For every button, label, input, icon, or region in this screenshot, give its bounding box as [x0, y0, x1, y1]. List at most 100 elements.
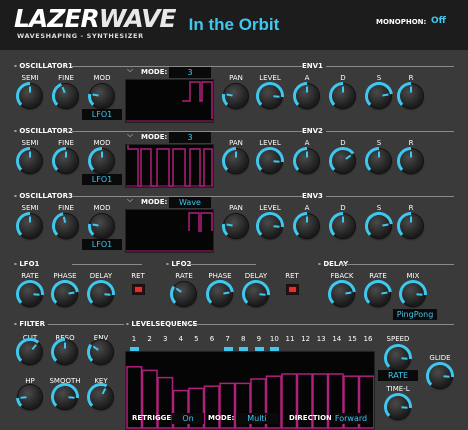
- env2-a-knob[interactable]: [293, 147, 319, 173]
- osc1-fine-knob[interactable]: [52, 82, 78, 108]
- osc3-waveform: [188, 212, 213, 232]
- delay-fback-knob[interactable]: [328, 280, 356, 306]
- speed-knob[interactable]: [384, 344, 412, 370]
- osc2-mod-knob[interactable]: [88, 147, 114, 173]
- timel-knob[interactable]: [384, 393, 412, 419]
- seq-direction-select[interactable]: Forward: [331, 413, 371, 424]
- seq-step-16-label: 16: [363, 335, 373, 343]
- osc1-semi-knob[interactable]: [16, 82, 42, 108]
- osc1-title: - OSCILLATOR1: [14, 62, 73, 70]
- osc1-mod-source[interactable]: LFO1: [82, 109, 122, 120]
- osc3-wave-display: [125, 209, 214, 253]
- env3-title: ENV3: [302, 192, 323, 200]
- delay-mode-select[interactable]: PingPong: [393, 309, 437, 320]
- osc2-fine-knob[interactable]: [52, 147, 78, 173]
- env3-d-knob[interactable]: [329, 212, 355, 238]
- env2-r-knob[interactable]: [397, 147, 423, 173]
- filter-cut-knob[interactable]: [15, 337, 42, 364]
- seq-step-15-label: 15: [347, 335, 357, 343]
- osc2-semi-knob[interactable]: [16, 147, 42, 173]
- levelsequence-divider: [186, 324, 454, 325]
- seq-mode-label: MODE:: [208, 414, 235, 422]
- delay-rate-knob[interactable]: [364, 280, 392, 306]
- osc2-mode-label: MODE:: [141, 133, 168, 141]
- osc3-mode-select[interactable]: Wave: [169, 197, 211, 208]
- seq-step-5-label: 5: [194, 335, 199, 343]
- seq-retrigger-select[interactable]: On: [172, 413, 204, 424]
- env1-pan-knob[interactable]: [222, 84, 248, 108]
- osc2-mod-source[interactable]: LFO1: [82, 174, 122, 185]
- seq-step-11-label: 11: [285, 335, 295, 343]
- seq-step-12-label: 12: [301, 335, 311, 343]
- speed-rate-select[interactable]: RATE: [378, 370, 418, 381]
- osc2-title: - OSCILLATOR2: [14, 127, 73, 135]
- lfo1-phase-knob[interactable]: [51, 280, 79, 306]
- lfo1-rate-knob[interactable]: [16, 280, 44, 306]
- speed-label: SPEED: [386, 335, 410, 343]
- osc2-mode-select[interactable]: 3: [169, 132, 211, 143]
- seq-step-6-label: 6: [209, 335, 215, 343]
- glide-knob[interactable]: [426, 362, 454, 388]
- seq-step-1-label: 1: [131, 335, 137, 343]
- osc2-wave-display: [125, 144, 214, 188]
- osc1-wave-display: [125, 79, 214, 123]
- lfo2-divider: [188, 264, 256, 265]
- osc1-waveform: [182, 81, 213, 119]
- osc3-semi-knob[interactable]: [16, 212, 42, 238]
- env2-d-knob[interactable]: [329, 147, 355, 173]
- env1-level-knob[interactable]: [256, 82, 284, 108]
- lfo2-ret-button[interactable]: [286, 284, 299, 295]
- env1-d-knob[interactable]: [329, 82, 355, 108]
- seq-step-13-label: 13: [316, 335, 326, 343]
- seq-mode-select[interactable]: Multi: [236, 413, 278, 424]
- osc3-mode-label: MODE:: [141, 198, 168, 206]
- monophon-toggle[interactable]: Off: [431, 16, 446, 26]
- env3-a-knob[interactable]: [293, 212, 319, 238]
- filter-reso-knob[interactable]: [51, 338, 77, 364]
- seq-step-4-label: 4: [178, 335, 184, 343]
- osc3-mode-chevron-icon[interactable]: ⌵: [127, 195, 133, 205]
- osc1-mode-select[interactable]: 3: [169, 67, 211, 78]
- env2-level-knob[interactable]: [256, 147, 284, 173]
- filter-hp-knob[interactable]: [16, 385, 42, 409]
- seq-step-10-label: 10: [269, 335, 279, 343]
- seq-step-8-label: 8: [240, 335, 246, 343]
- osc3-mod-knob[interactable]: [88, 214, 114, 238]
- filter-key-knob[interactable]: [87, 383, 113, 409]
- lfo2-ret-label: RET: [285, 272, 299, 280]
- osc3-mod-source[interactable]: LFO1: [82, 239, 122, 250]
- lfo1-delay-knob[interactable]: [87, 280, 115, 306]
- lfo2-delay-knob[interactable]: [242, 280, 270, 306]
- env3-r-knob[interactable]: [397, 212, 423, 238]
- env1-divider: [326, 66, 454, 67]
- lfo2-rate-knob[interactable]: [170, 282, 196, 306]
- osc1-mode-chevron-icon[interactable]: ⌵: [127, 65, 133, 75]
- seq-step-7-label: 7: [225, 335, 230, 343]
- lfo1-title: - LFO1: [14, 260, 40, 268]
- env1-s-knob[interactable]: [365, 82, 393, 108]
- lfo2-phase-knob[interactable]: [206, 280, 234, 306]
- env2-title: ENV2: [302, 127, 323, 135]
- lfo1-ret-label: RET: [131, 272, 145, 280]
- env2-divider: [326, 131, 454, 132]
- env1-a-knob[interactable]: [293, 82, 319, 108]
- seq-step-14-label: 14: [332, 335, 342, 343]
- lfo1-ret-button[interactable]: [132, 284, 145, 295]
- monophon-label: MONOPHON:: [376, 18, 427, 26]
- osc2-mode-chevron-icon[interactable]: ⌵: [127, 130, 133, 140]
- filter-smooth-knob[interactable]: [51, 383, 79, 409]
- env3-level-knob[interactable]: [256, 212, 284, 238]
- env1-r-knob[interactable]: [397, 82, 423, 108]
- env3-s-knob[interactable]: [365, 212, 393, 238]
- env3-pan-knob[interactable]: [222, 214, 248, 238]
- filter-env-knob[interactable]: [87, 340, 113, 364]
- lfo1-divider: [72, 264, 142, 265]
- osc3-fine-knob[interactable]: [52, 212, 78, 238]
- delay-mix-knob[interactable]: [399, 280, 427, 306]
- osc1-mod-knob[interactable]: [88, 84, 114, 108]
- env2-pan-knob[interactable]: [222, 147, 248, 173]
- env2-s-knob[interactable]: [365, 147, 391, 173]
- delay-divider: [340, 264, 454, 265]
- osc1-mode-label: MODE:: [141, 68, 168, 76]
- env3-divider: [326, 196, 454, 197]
